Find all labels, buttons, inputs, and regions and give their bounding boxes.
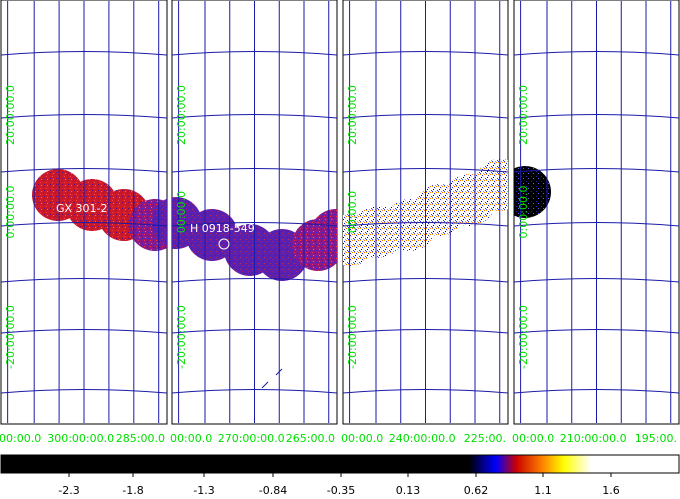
sky-panel-2[interactable]: 20:00:00.0 00:00.0 -20:00:00.0 00:00.0 270:0…: [150, 0, 362, 445]
colorbar-tick-label: -0.35: [327, 484, 355, 497]
colorbar-tick-label: 0.62: [464, 484, 489, 497]
longitude-label: 00:00.0: [0, 432, 41, 445]
colorbar-tick-label: 1.6: [602, 484, 620, 497]
colorbar: [0, 454, 680, 474]
colorbar-tick-label: -1.3: [193, 484, 214, 497]
longitude-label: 210:00:00.0: [560, 432, 627, 445]
colorbar-tick-label: -0.84: [259, 484, 287, 497]
latitude-label: 00:00.0: [346, 191, 359, 233]
latitude-label: -20:00:00.0: [4, 305, 17, 369]
sky-panel-4[interactable]: 20:00:00.0 0:00:00.0 -20:00:00.0 00:00.0 210…: [499, 0, 680, 445]
latitude-label: 20:00:00.0: [175, 85, 188, 145]
colorbar-tick-label: 0.13: [396, 484, 421, 497]
source-label-h-0918-549[interactable]: H 0918-549: [190, 222, 255, 235]
latitude-label: 20:00:00.0: [346, 85, 359, 145]
colorbar-tick-label: -2.3: [58, 484, 79, 497]
longitude-label: 00:00.0: [170, 432, 212, 445]
longitude-label: 225:00.: [464, 432, 506, 445]
source-label-gx-301-2[interactable]: GX 301-2: [56, 202, 108, 215]
sky-panel-3[interactable]: 20:00:00.0 00:00.0 -20:00:00.0 00:00.0 240:0…: [324, 0, 526, 445]
longitude-label: 00:00.0: [512, 432, 554, 445]
colorbar-tick-label: 1.1: [534, 484, 552, 497]
colorbar-tick-label: -1.8: [122, 484, 143, 497]
longitude-label: 270:00:00.0: [218, 432, 285, 445]
latitude-label: -20:00:00.0: [175, 305, 188, 369]
latitude-label: 00:00.0: [175, 191, 188, 233]
latitude-label: 0:00:00.0: [4, 186, 17, 239]
longitude-label: 265:00.0: [286, 432, 335, 445]
latitude-label: -20:00:00.0: [346, 305, 359, 369]
longitude-label: 240:00:00.0: [389, 432, 456, 445]
sky-map-viewer[interactable]: 20:00:00.0 0:00:00.0 -20:00:00.0 00:00.0 300…: [0, 0, 680, 499]
longitude-label: 00:00.0: [341, 432, 383, 445]
longitude-label: 285:00.0: [116, 432, 165, 445]
latitude-label: -20:00:00.0: [517, 305, 530, 369]
latitude-label: 20:00:00.0: [4, 85, 17, 145]
latitude-label: 20:00:00.0: [517, 85, 530, 145]
longitude-label: 195:00.: [635, 432, 677, 445]
latitude-label: 0:00:00.0: [517, 186, 530, 239]
longitude-label: 300:00:00.0: [47, 432, 114, 445]
